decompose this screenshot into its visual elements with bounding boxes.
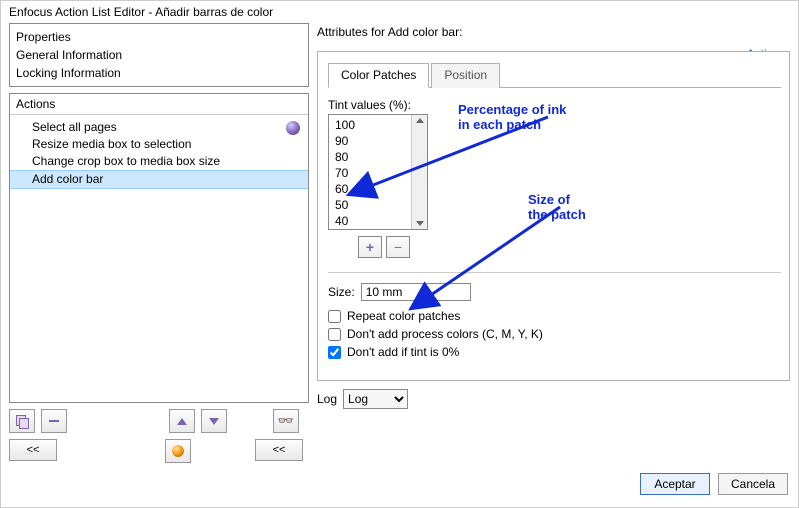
no-process-check-row[interactable]: Don't add process colors (C, M, Y, K)	[328, 327, 781, 341]
window-title: Enfocus Action List Editor - Añadir barr…	[1, 1, 798, 23]
tint-value[interactable]: 70	[335, 165, 405, 181]
minus-icon	[49, 420, 59, 422]
accept-button[interactable]: Aceptar	[640, 473, 710, 495]
tint-values-label: Tint values (%):	[328, 98, 781, 112]
tab-bar: Color Patches Position	[328, 62, 781, 88]
glasses-icon: 👓	[278, 413, 294, 429]
properties-header: Properties	[16, 28, 302, 46]
size-input[interactable]	[361, 283, 471, 301]
repeat-checkbox[interactable]	[328, 310, 341, 323]
remove-tint-button[interactable]: −	[386, 236, 410, 258]
action-item[interactable]: Select all pages	[10, 119, 308, 136]
chevron-down-icon	[416, 221, 424, 226]
tab-color-patches[interactable]: Color Patches	[328, 63, 429, 88]
actions-header: Actions	[10, 94, 308, 115]
tint-value[interactable]: 40	[335, 213, 405, 229]
action-item[interactable]: Resize media box to selection	[10, 136, 308, 153]
tint-value[interactable]: 90	[335, 133, 405, 149]
rewind-left-button[interactable]: <<	[9, 439, 57, 461]
repeat-check-row[interactable]: Repeat color patches	[328, 309, 781, 323]
move-down-button[interactable]	[201, 409, 227, 433]
size-label: Size:	[328, 285, 355, 299]
add-tint-button[interactable]: +	[358, 236, 382, 258]
no-zero-label: Don't add if tint is 0%	[347, 345, 459, 359]
duplicate-icon	[16, 415, 28, 427]
tint-value[interactable]: 100	[335, 117, 405, 133]
duplicate-button[interactable]	[9, 409, 35, 433]
tint-value[interactable]: 50	[335, 197, 405, 213]
tint-scrollbar[interactable]	[411, 115, 427, 229]
chevron-up-icon	[416, 118, 424, 123]
preview-button[interactable]: 👓	[273, 409, 299, 433]
attributes-title: Attributes for Add color bar:	[317, 25, 790, 39]
properties-item-general[interactable]: General Information	[16, 46, 302, 64]
left-toolbar: 👓 << <<	[9, 409, 309, 463]
remove-button[interactable]	[41, 409, 67, 433]
no-process-label: Don't add process colors (C, M, Y, K)	[347, 327, 543, 341]
record-icon	[172, 445, 184, 457]
actions-panel: Actions Select all pages Resize media bo…	[9, 93, 309, 403]
tint-value[interactable]: 80	[335, 149, 405, 165]
divider	[328, 272, 781, 273]
triangle-down-icon	[209, 418, 219, 425]
action-item-selected[interactable]: Add color bar	[10, 170, 308, 189]
tint-values-listbox[interactable]: 100 90 80 70 60 50 40	[328, 114, 428, 230]
properties-panel: Properties General Information Locking I…	[9, 23, 309, 87]
log-label: Log	[317, 392, 337, 406]
triangle-up-icon	[177, 418, 187, 425]
no-process-checkbox[interactable]	[328, 328, 341, 341]
tint-value[interactable]: 60	[335, 181, 405, 197]
no-zero-check-row[interactable]: Don't add if tint is 0%	[328, 345, 781, 359]
move-up-button[interactable]	[169, 409, 195, 433]
cancel-button[interactable]: Cancela	[718, 473, 788, 495]
properties-item-locking[interactable]: Locking Information	[16, 64, 302, 82]
minus-icon: −	[394, 239, 402, 255]
repeat-label: Repeat color patches	[347, 309, 460, 323]
rewind-right-button[interactable]: <<	[255, 439, 303, 461]
tab-position[interactable]: Position	[431, 63, 500, 88]
attributes-panel: Color Patches Position Tint values (%): …	[317, 51, 790, 381]
dialog-buttons: Aceptar Cancela	[640, 473, 788, 495]
log-select[interactable]: Log	[343, 389, 408, 409]
plus-icon: +	[366, 239, 374, 255]
record-button[interactable]	[165, 439, 191, 463]
no-zero-checkbox[interactable]	[328, 346, 341, 359]
action-item[interactable]: Change crop box to media box size	[10, 153, 308, 170]
